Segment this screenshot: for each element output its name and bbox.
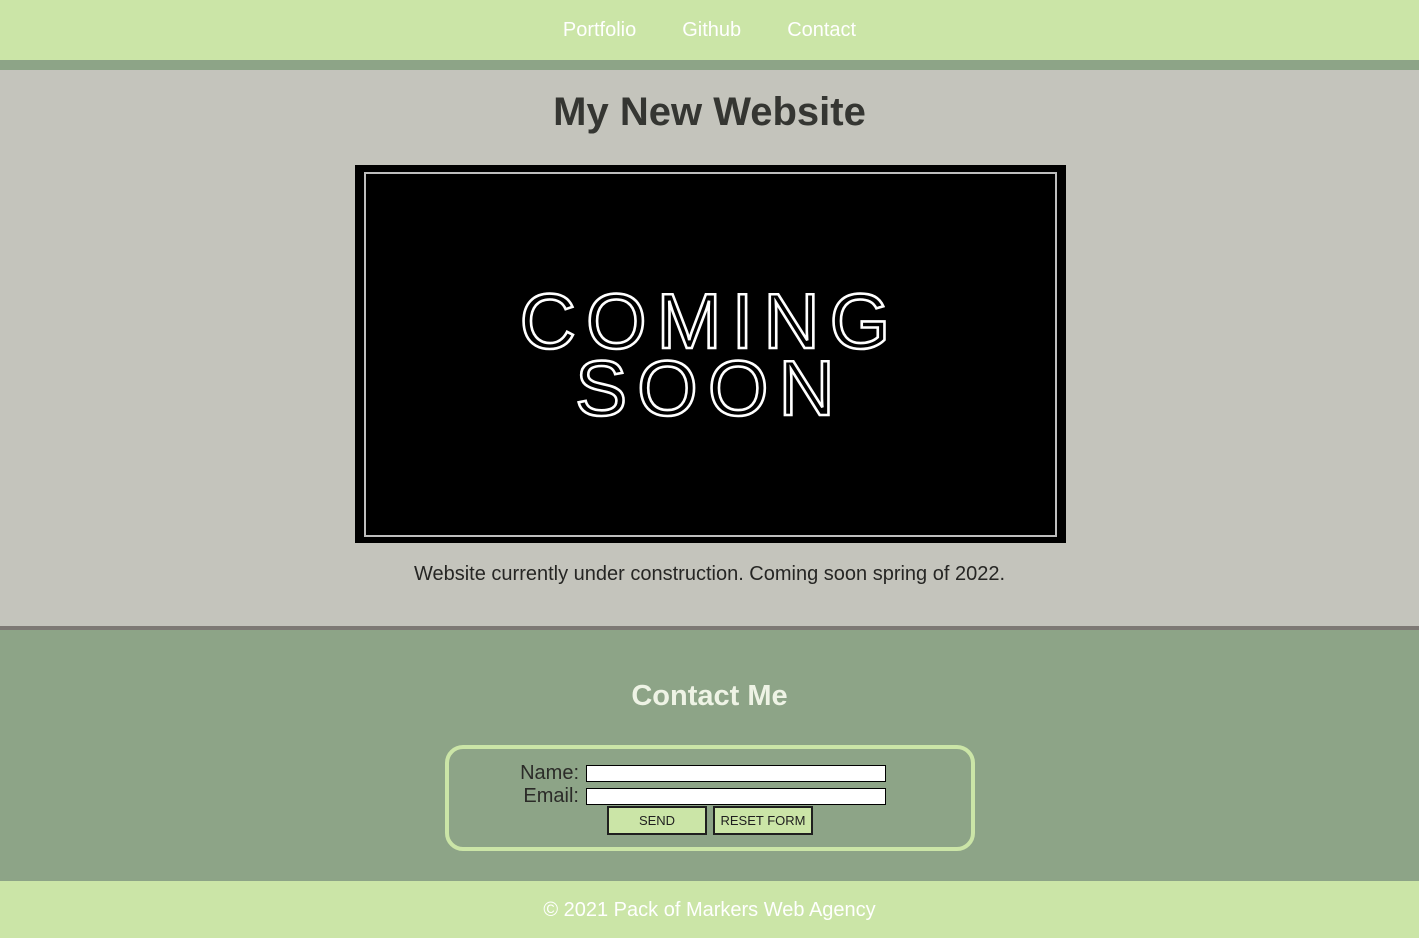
poster-art: COMING SOON — [518, 276, 891, 434]
email-field[interactable] — [586, 788, 886, 805]
page-title: My New Website — [553, 90, 866, 134]
send-button[interactable]: SEND — [607, 806, 707, 835]
copyright-text: © 2021 Pack of Markers Web Agency — [543, 898, 876, 921]
name-field[interactable] — [586, 765, 886, 782]
main-section: My New Website COMING SOON Website curre… — [0, 70, 1419, 626]
contact-title: Contact Me — [631, 680, 788, 712]
name-label: Name: — [520, 762, 579, 784]
contact-section: Contact Me Name: Email: SEND RESET FORM — [0, 630, 1419, 881]
footer: © 2021 Pack of Markers Web Agency — [0, 881, 1419, 938]
construction-caption: Website currently under construction. Co… — [413, 563, 1006, 585]
email-label: Email: — [523, 785, 579, 807]
reset-form-button[interactable]: RESET FORM — [713, 806, 813, 835]
nav-link-portfolio[interactable]: Portfolio — [563, 20, 636, 40]
coming-soon-image: COMING SOON — [355, 165, 1066, 543]
nav-link-contact[interactable]: Contact — [787, 20, 856, 40]
contact-form: Name: Email: SEND RESET FORM — [445, 745, 975, 851]
nav-divider — [0, 60, 1419, 70]
poster-line-2: SOON — [575, 344, 845, 432]
nav-link-github[interactable]: Github — [682, 20, 741, 40]
top-nav: Portfolio Github Contact — [0, 0, 1419, 60]
